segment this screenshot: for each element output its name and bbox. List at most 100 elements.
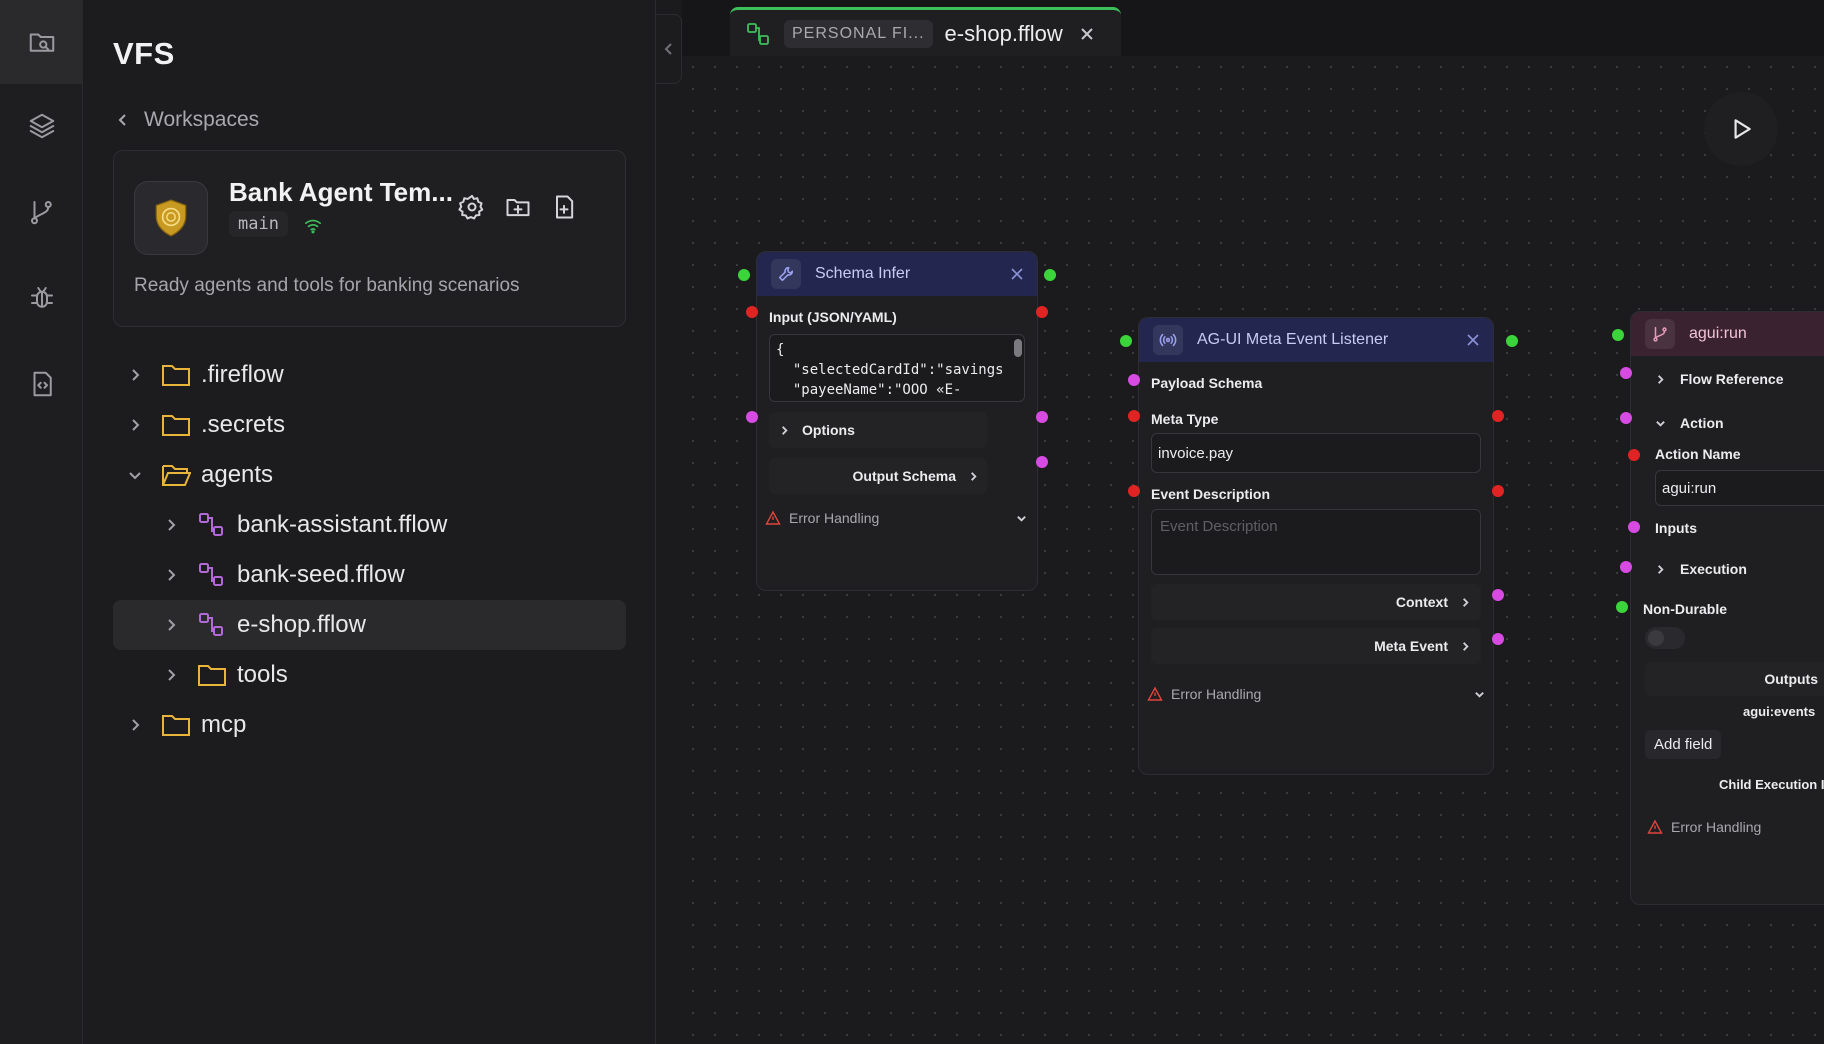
close-icon[interactable]: [1011, 268, 1023, 280]
port-inputs-in[interactable]: [1628, 521, 1640, 533]
port-meta-event-out[interactable]: [1492, 633, 1504, 645]
tree-item-label: mcp: [201, 711, 247, 738]
tree-item-e-shop[interactable]: e-shop.fflow: [113, 600, 626, 650]
tree-item-label: .secrets: [201, 411, 286, 438]
gear-icon[interactable]: [458, 193, 486, 221]
port-output-schema-out[interactable]: [1036, 456, 1048, 468]
port-flow-in[interactable]: [1120, 335, 1132, 347]
port-event-description-out[interactable]: [1492, 485, 1504, 497]
chevron-right-icon: [168, 669, 176, 681]
context-label: Context: [1395, 594, 1448, 610]
chevron-right-icon: [1658, 374, 1664, 384]
run-button[interactable]: [1704, 92, 1778, 166]
error-handling-row[interactable]: Error Handling: [1647, 819, 1761, 835]
tree-item-agents[interactable]: agents: [113, 450, 626, 500]
flow-file-icon: [199, 563, 223, 586]
wifi-status-icon: [304, 219, 322, 234]
close-icon[interactable]: [1467, 334, 1479, 346]
port-flow-out[interactable]: [1044, 269, 1056, 281]
node-title: AG-UI Meta Event Listener: [1197, 331, 1389, 348]
sidebar-title: VFS: [113, 36, 175, 71]
tab-e-shop[interactable]: PERSONAL FI... e-shop.fflow: [730, 7, 1121, 57]
chevron-down-icon: [129, 472, 141, 480]
port-input-out[interactable]: [1036, 306, 1048, 318]
event-description-input[interactable]: Event Description: [1151, 509, 1481, 575]
meta-type-input[interactable]: invoice.pay: [1151, 433, 1481, 473]
port-flow-in[interactable]: [738, 269, 750, 281]
tree-item-tools[interactable]: tools: [113, 650, 626, 700]
port-flow-in[interactable]: [1612, 329, 1624, 341]
meta-event-row[interactable]: Meta Event: [1151, 628, 1481, 664]
chevron-right-icon: [168, 569, 176, 581]
json-input-field[interactable]: { "selectedCardId":"savings", "payeeName…: [769, 334, 1025, 402]
context-row[interactable]: Context: [1151, 584, 1481, 620]
workspace-actions: [458, 193, 578, 221]
tree-item-label: .fireflow: [201, 361, 284, 388]
new-file-icon[interactable]: [550, 193, 578, 221]
port-execution-in[interactable]: [1620, 561, 1632, 573]
layers-button[interactable]: [0, 84, 83, 168]
node-agui-meta-event-listener[interactable]: AG-UI Meta Event Listener Payload Schema…: [1138, 317, 1494, 775]
tree-item-bank-seed[interactable]: bank-seed.fflow: [113, 550, 626, 600]
flow-canvas[interactable]: Schema Infer Input (JSON/YAML) { "select…: [682, 56, 1824, 1044]
chevron-right-icon: [132, 369, 140, 381]
tab-breadcrumb[interactable]: PERSONAL FI...: [784, 19, 933, 48]
tree-item-fireflow[interactable]: .fireflow: [113, 350, 626, 400]
event-description-label: Event Description: [1151, 486, 1271, 502]
port-flow-out[interactable]: [1506, 335, 1518, 347]
node-header[interactable]: agui:run: [1631, 312, 1824, 356]
folder-search-icon: [29, 33, 54, 52]
non-durable-toggle[interactable]: [1645, 627, 1685, 649]
debug-button[interactable]: [0, 256, 83, 340]
port-meta-type-out[interactable]: [1492, 410, 1504, 422]
activity-bar: [0, 0, 83, 1044]
output-schema-row[interactable]: Output Schema: [769, 458, 987, 494]
tree-item-secrets[interactable]: .secrets: [113, 400, 626, 450]
error-handling-row[interactable]: Error Handling: [765, 510, 1027, 526]
port-payload-schema-in[interactable]: [1128, 374, 1140, 386]
outputs-row[interactable]: Outputs: [1645, 662, 1824, 696]
chevron-left-icon: [118, 114, 126, 126]
port-action-in[interactable]: [1620, 412, 1632, 424]
port-non-durable-in[interactable]: [1616, 601, 1628, 613]
options-row[interactable]: Options: [769, 412, 987, 448]
close-icon[interactable]: [1079, 26, 1095, 42]
node-header[interactable]: AG-UI Meta Event Listener: [1139, 318, 1493, 362]
broadcast-icon: [1153, 325, 1183, 355]
port-context-out[interactable]: [1492, 589, 1504, 601]
scrollbar-thumb[interactable]: [1014, 339, 1022, 357]
port-input-in[interactable]: [746, 306, 758, 318]
action-name-input[interactable]: agui:run: [1655, 470, 1824, 506]
branch-badge[interactable]: main: [229, 211, 288, 237]
non-durable-label: Non-Durable: [1643, 601, 1727, 617]
workspace-description: Ready agents and tools for banking scena…: [134, 275, 520, 296]
error-handling-label: Error Handling: [789, 510, 880, 526]
port-options-out[interactable]: [1036, 411, 1048, 423]
tree-item-bank-assistant[interactable]: bank-assistant.fflow: [113, 500, 626, 550]
port-flow-reference-in[interactable]: [1620, 367, 1632, 379]
chevron-left-icon: [664, 43, 672, 55]
flow-reference-row[interactable]: Flow Reference: [1655, 371, 1783, 387]
chevron-right-icon: [168, 519, 176, 531]
tree-item-mcp[interactable]: mcp: [113, 700, 626, 750]
action-row[interactable]: Action: [1655, 415, 1724, 431]
port-action-name-in[interactable]: [1628, 449, 1640, 461]
port-options-in[interactable]: [746, 411, 758, 423]
add-field-button[interactable]: Add field: [1645, 730, 1722, 759]
source-control-button[interactable]: [0, 170, 83, 254]
code-file-button[interactable]: [0, 342, 83, 426]
port-event-description-in[interactable]: [1128, 485, 1140, 497]
new-folder-icon[interactable]: [504, 193, 532, 221]
port-meta-type-in[interactable]: [1128, 410, 1140, 422]
node-header[interactable]: Schema Infer: [757, 252, 1037, 296]
node-schema-infer[interactable]: Schema Infer Input (JSON/YAML) { "select…: [756, 251, 1038, 591]
execution-row[interactable]: Execution: [1655, 561, 1747, 577]
back-to-workspaces[interactable]: Workspaces: [116, 108, 259, 132]
sidebar-collapse-handle[interactable]: [656, 14, 682, 84]
chevron-down-icon: [1656, 420, 1665, 427]
node-agui-run[interactable]: agui:run Flow Reference Action Action Na…: [1630, 311, 1824, 905]
bug-icon: [30, 287, 53, 308]
error-handling-row[interactable]: Error Handling: [1147, 686, 1485, 702]
warning-icon: [1147, 686, 1163, 701]
explorer-button[interactable]: [0, 0, 83, 84]
